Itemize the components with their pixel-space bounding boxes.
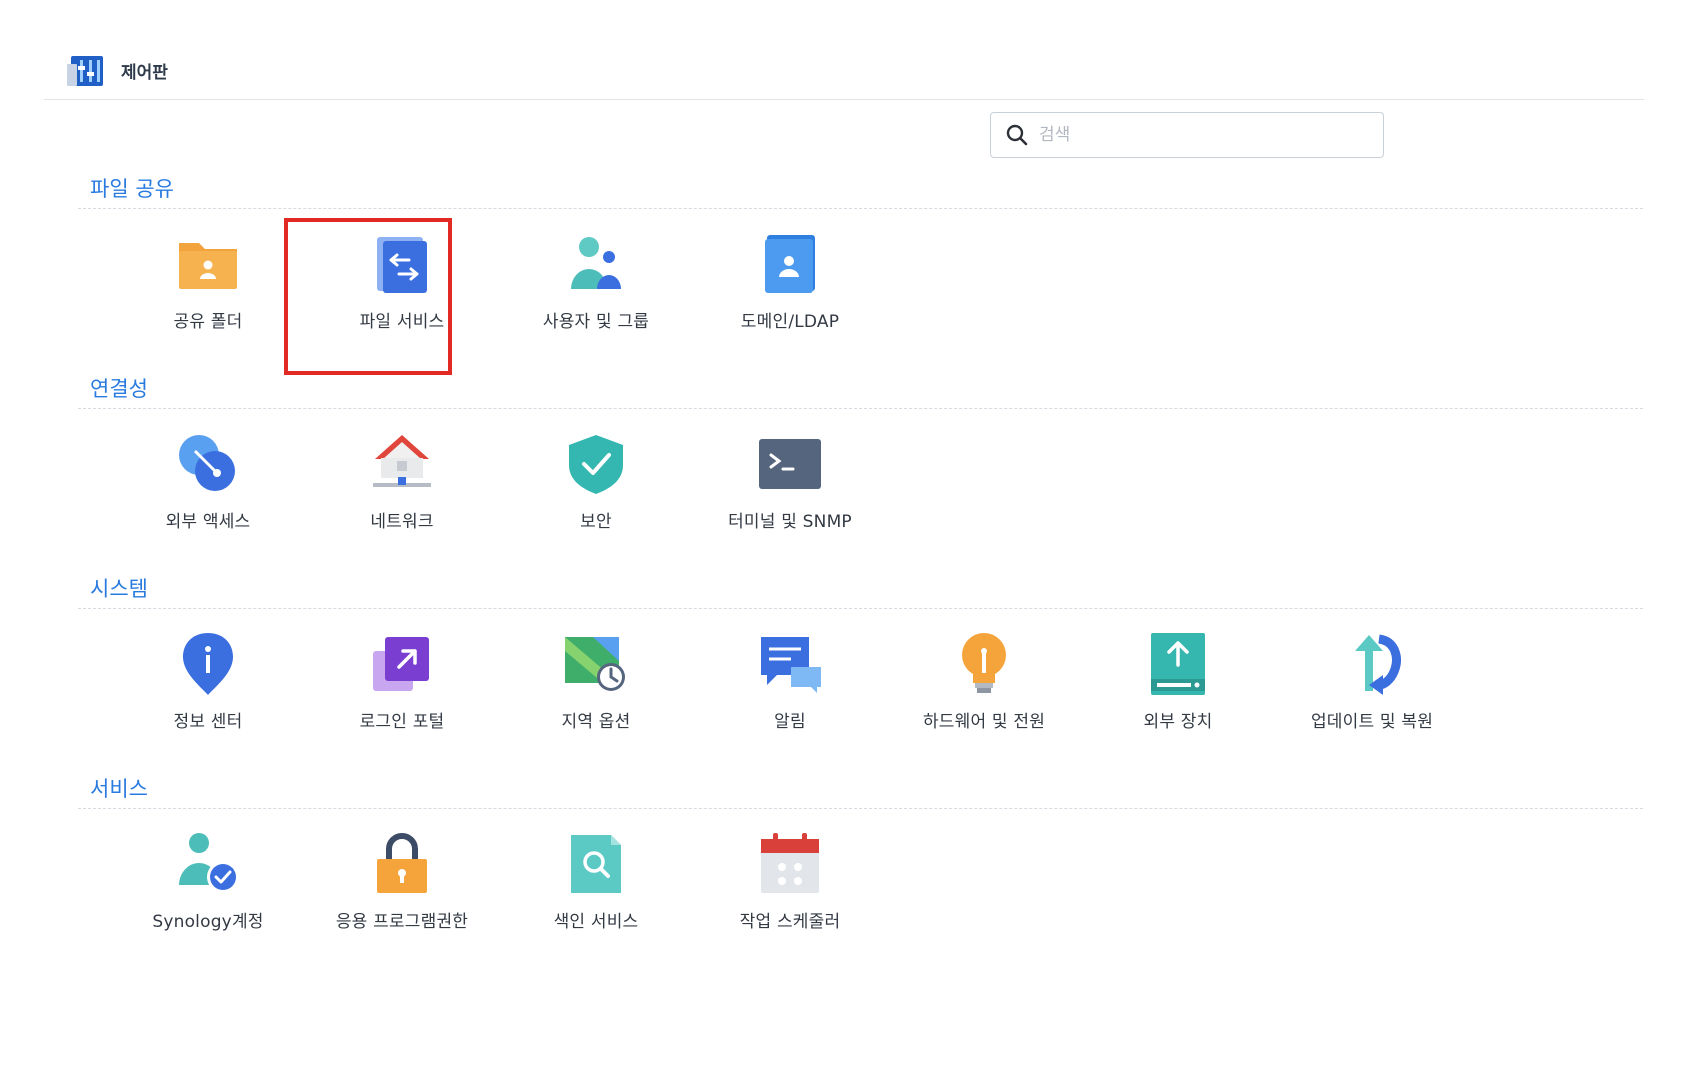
synology-account-icon xyxy=(179,833,239,893)
search-icon xyxy=(1006,124,1028,146)
external-access-icon xyxy=(179,435,235,491)
search-input[interactable] xyxy=(1037,124,1361,146)
terminal-icon xyxy=(759,439,821,489)
hardware-power-button[interactable]: 하드웨어 및 전원 xyxy=(887,631,1081,732)
indexing-service-icon xyxy=(571,835,621,893)
task-scheduler-icon xyxy=(761,833,819,893)
update-restore-icon xyxy=(1355,634,1401,695)
section-divider xyxy=(78,808,1643,809)
update-restore-button[interactable]: 업데이트 및 복원 xyxy=(1275,631,1469,732)
shared-folder-icon xyxy=(179,243,237,289)
search-box[interactable] xyxy=(990,112,1384,158)
section-title: 서비스 xyxy=(90,777,148,801)
user-group-icon xyxy=(571,237,621,289)
window-header: 제어판 xyxy=(67,50,168,90)
login-portal-icon xyxy=(373,637,429,691)
section-title: 파일 공유 xyxy=(90,177,174,201)
info-center-icon xyxy=(183,633,233,695)
login-portal-button[interactable]: 로그인 포털 xyxy=(305,631,499,732)
network-button[interactable]: 네트워크 xyxy=(305,431,499,532)
indexing-service-button[interactable]: 색인 서비스 xyxy=(499,831,693,932)
terminal-snmp-button[interactable]: 터미널 및 SNMP xyxy=(693,431,887,532)
shared-folder-button[interactable]: 공유 폴더 xyxy=(111,231,305,332)
highlight-box xyxy=(284,218,452,375)
header-divider xyxy=(44,99,1644,100)
notification-button[interactable]: 알림 xyxy=(693,631,887,732)
section-divider xyxy=(78,208,1643,209)
application-privileges-button[interactable]: 응용 프로그램권한 xyxy=(305,831,499,932)
external-device-icon xyxy=(1151,633,1205,695)
control-panel-icon xyxy=(67,56,103,86)
security-button[interactable]: 보안 xyxy=(499,431,693,532)
regional-options-icon xyxy=(565,637,625,691)
section-divider xyxy=(78,408,1643,409)
section-connectivity: 연결성 외부 액세스 네트워크 보안 터미널 및 SNMP xyxy=(78,374,1643,532)
section-divider xyxy=(78,608,1643,609)
domain-ldap-icon xyxy=(765,235,815,293)
notification-icon xyxy=(761,637,821,693)
info-center-button[interactable]: 정보 센터 xyxy=(111,631,305,732)
app-privileges-icon xyxy=(377,833,427,893)
network-icon xyxy=(373,435,431,487)
section-title: 시스템 xyxy=(90,577,148,601)
user-group-button[interactable]: 사용자 및 그룹 xyxy=(499,231,693,332)
domain-ldap-button[interactable]: 도메인/LDAP xyxy=(693,231,887,332)
external-access-button[interactable]: 외부 액세스 xyxy=(111,431,305,532)
security-shield-icon xyxy=(569,435,623,494)
section-services: 서비스 Synology계정 응용 프로그램권한 색인 서비스 작업 스케줄러 xyxy=(78,774,1643,932)
section-system: 시스템 정보 센터 로그인 포털 지역 옵션 알림 하드웨어 및 전원 외부 장… xyxy=(78,574,1643,732)
external-devices-button[interactable]: 외부 장치 xyxy=(1081,631,1275,732)
regional-options-button[interactable]: 지역 옵션 xyxy=(499,631,693,732)
hardware-power-icon xyxy=(962,633,1006,693)
synology-account-button[interactable]: Synology계정 xyxy=(111,831,305,932)
task-scheduler-button[interactable]: 작업 스케줄러 xyxy=(693,831,887,932)
section-title: 연결성 xyxy=(90,377,148,401)
window-title: 제어판 xyxy=(121,62,168,83)
